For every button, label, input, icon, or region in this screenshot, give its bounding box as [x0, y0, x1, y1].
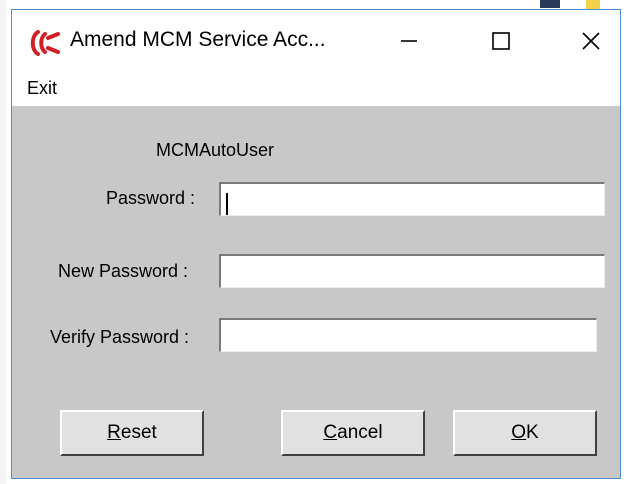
close-icon: [582, 32, 600, 50]
cancel-label-rest: ancel: [337, 422, 383, 443]
password-input[interactable]: [219, 182, 605, 216]
ok-accelerator-key: O: [511, 422, 527, 443]
amend-service-account-dialog: Amend MCM Service Acc... Exit MCMAutoUse…: [11, 9, 621, 479]
title-bar[interactable]: Amend MCM Service Acc...: [12, 10, 620, 72]
reset-button[interactable]: Reset: [60, 410, 204, 456]
reset-label-rest: eset: [120, 422, 157, 443]
desktop-background-item: [540, 0, 560, 8]
menu-bar: Exit: [12, 72, 620, 106]
minimize-icon: [401, 40, 417, 42]
maximize-button[interactable]: [478, 18, 524, 64]
ok-label-rest: K: [526, 422, 539, 443]
desktop-background-edge: [0, 0, 6, 484]
password-label: Password :: [106, 188, 196, 208]
new-password-label: New Password :: [58, 261, 189, 281]
close-button[interactable]: [568, 18, 614, 64]
verify-password-label: Verify Password :: [50, 327, 190, 347]
cancel-accelerator-key: C: [323, 422, 338, 443]
app-logo-icon: [30, 30, 60, 56]
ok-button[interactable]: OK: [453, 410, 597, 456]
text-caret: [226, 193, 228, 215]
menu-item-exit[interactable]: Exit: [27, 78, 57, 99]
cancel-button[interactable]: Cancel: [281, 410, 425, 456]
reset-accelerator-key: R: [107, 422, 121, 443]
minimize-button[interactable]: [386, 18, 432, 64]
new-password-input[interactable]: [219, 254, 605, 288]
window-title: Amend MCM Service Acc...: [70, 28, 326, 51]
maximize-icon: [492, 32, 510, 50]
account-username: MCMAutoUser: [156, 140, 275, 160]
verify-password-input[interactable]: [219, 318, 597, 352]
